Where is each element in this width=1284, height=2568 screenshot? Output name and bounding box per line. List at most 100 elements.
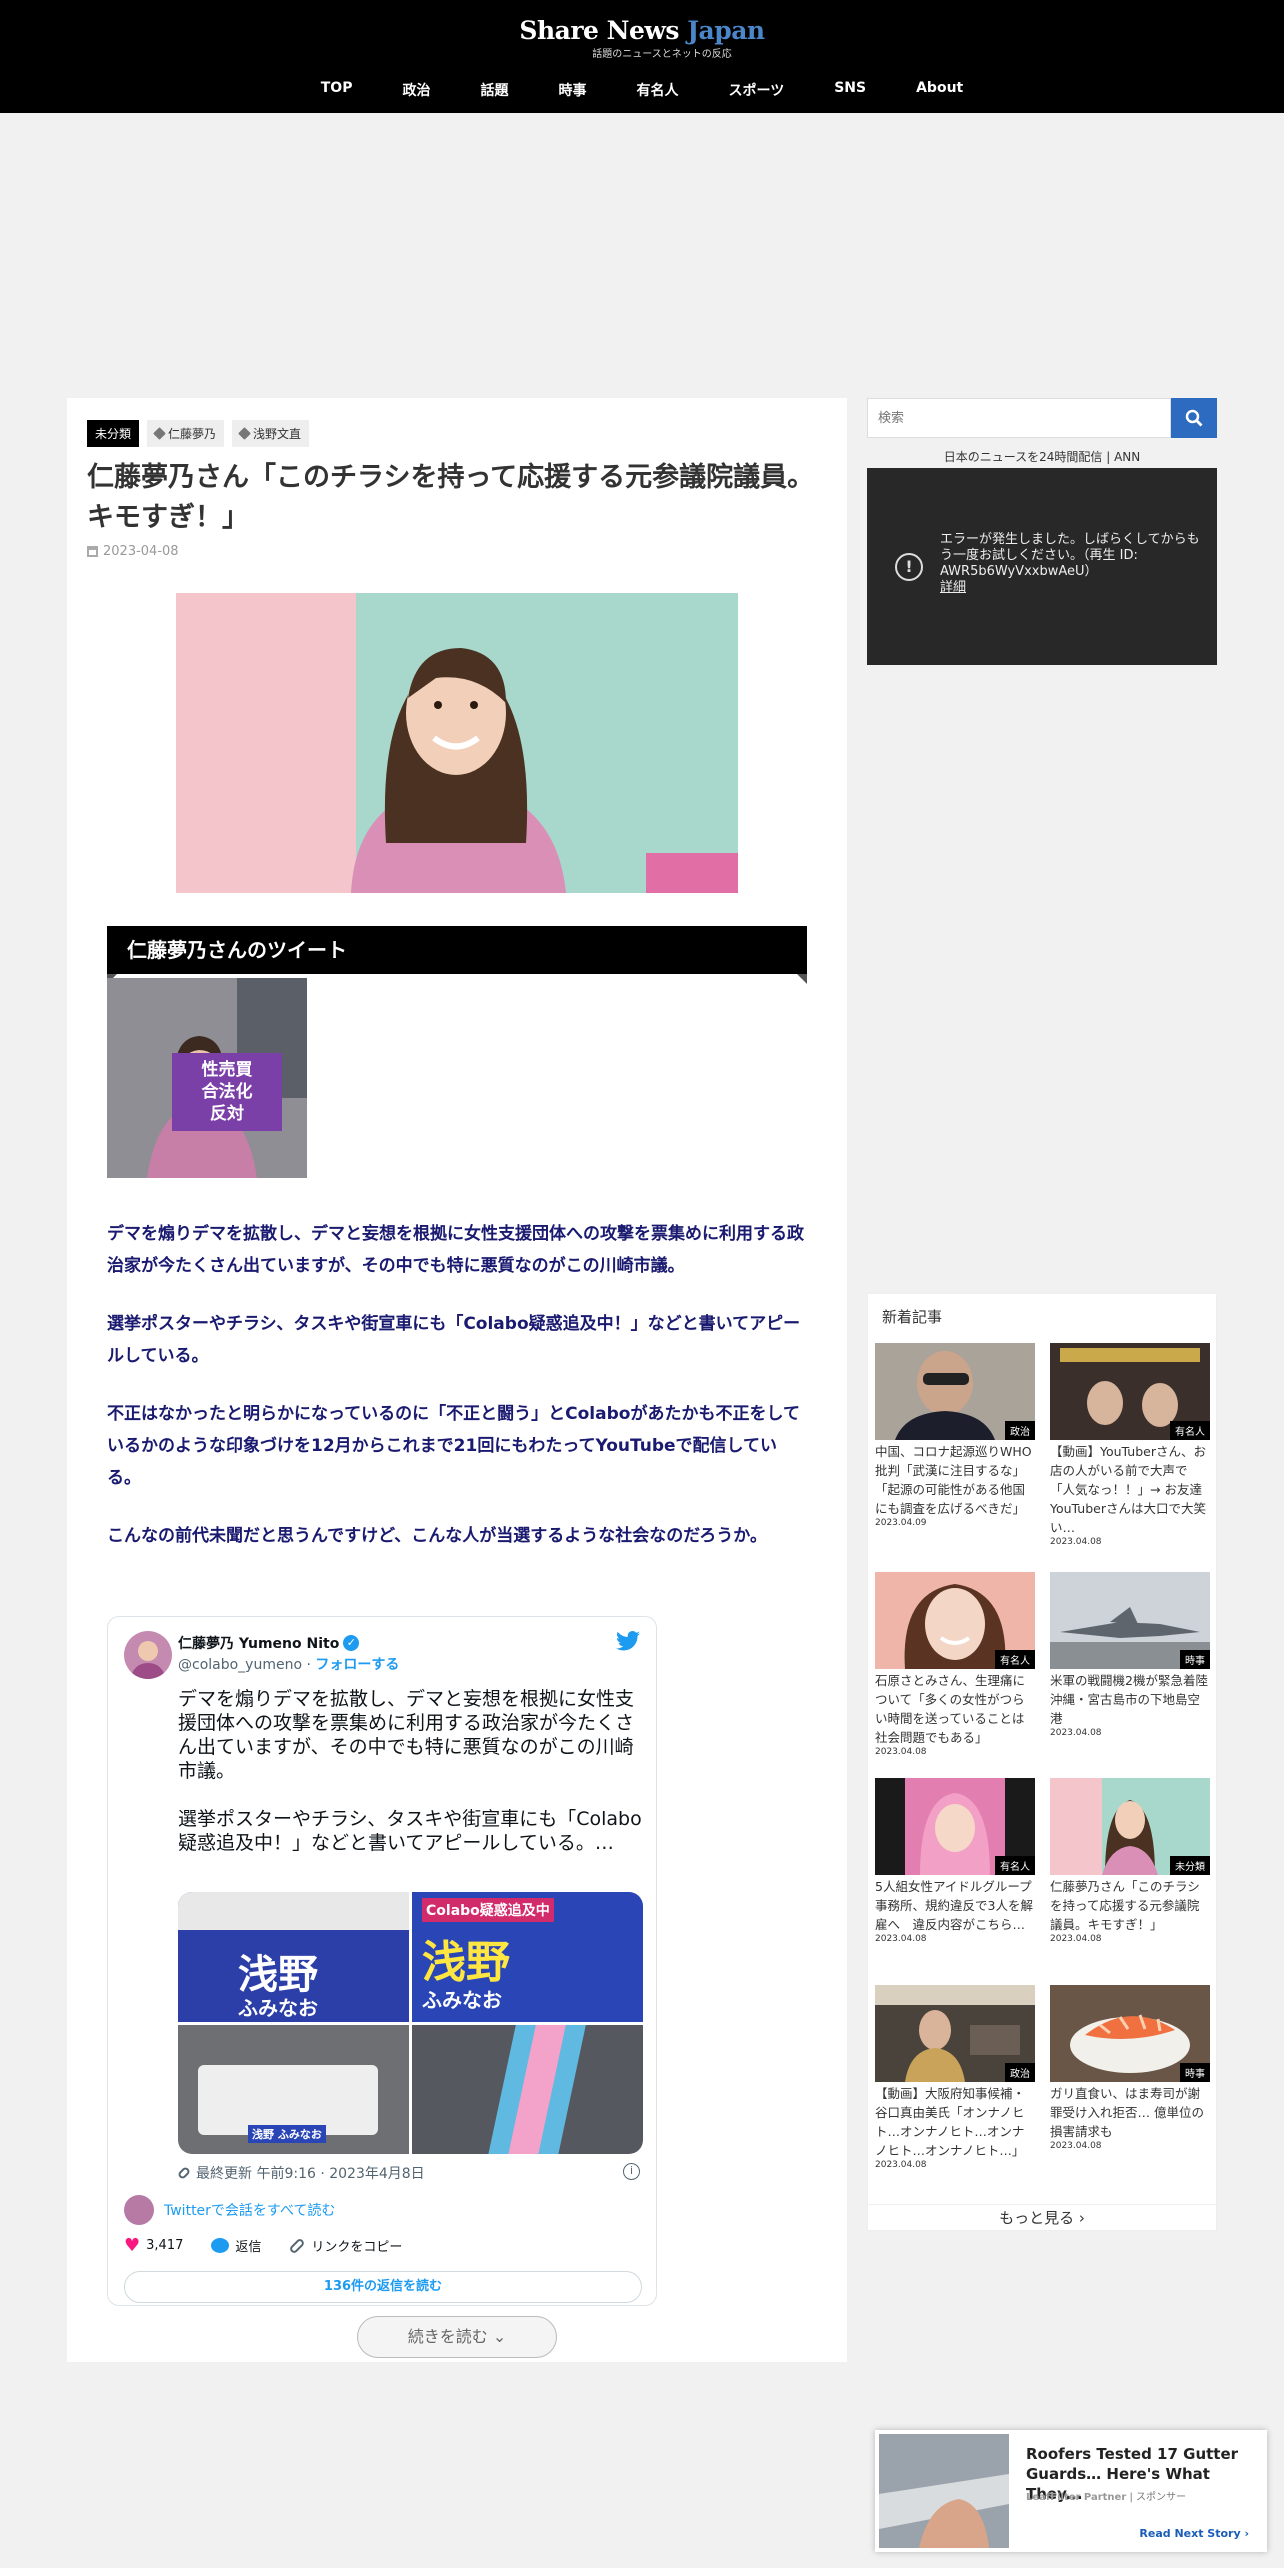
sponsored-ad[interactable]: Roofers Tested 17 Gutter Guards… Here's … [875,2430,1267,2552]
recent-post-thumbnail: 政治 [875,1985,1035,2082]
article-date: 2023-04-08 [87,544,179,559]
verified-badge-icon: ✓ [343,1635,360,1651]
recent-post-title: 【動画】大阪府知事候補・谷口真由美氏「オンナノヒト…オンナノヒト…オンナノヒト…… [875,2086,1026,2158]
recent-post-thumbnail: 有名人 [875,1572,1035,1669]
nav-item-topics[interactable]: 話題 [480,80,508,100]
article-paragraph: こんなの前代未聞だと思うんですけど、こんな人が当選するような社会なのだろうか。 [107,1526,767,1546]
recent-post-category: 政治 [1005,1421,1035,1440]
poster-sub-text: ふみなお [422,1988,502,2012]
nav-item-politics[interactable]: 政治 [402,80,430,100]
reply-button[interactable]: 返信 [211,2236,261,2255]
nav-item-sns[interactable]: SNS [834,80,866,100]
more-posts-link[interactable]: もっと見る › [868,2204,1216,2230]
read-conversation-link[interactable]: Twitterで会話をすべて読む [124,2195,335,2225]
recent-post-date: 2023.04.08 [1050,1728,1102,1738]
nav-item-current[interactable]: 時事 [558,80,586,100]
recent-post[interactable]: 政治 【動画】大阪府知事候補・谷口真由美氏「オンナノヒト…オンナノヒト…オンナノ… [875,1985,1035,2170]
recent-post-title: 米軍の戦闘機2機が緊急着陸 沖縄・宮古島市の下地島空港 [1050,1673,1210,1726]
twitter-bird-icon[interactable] [616,1631,640,1651]
recent-post-thumbnail: 未分類 [1050,1778,1210,1875]
like-count: 3,417 [146,2238,184,2253]
search-input[interactable] [867,398,1171,438]
recent-post-category: 政治 [1005,2063,1035,2082]
error-icon: ! [895,553,923,581]
tweet-image-grid: 浅野 ふみなお Colabo疑惑追及中 浅野 ふみなお 浅野 ふみなお [178,1892,643,2154]
tweet-image[interactable]: 浅野 ふみなお [178,2024,409,2154]
recent-posts-title: 新着記事 [882,1308,943,1326]
article-card: 未分類 仁藤夢乃 浅野文直 仁藤夢乃さん「このチラシを持って応援する元参議院議員… [67,398,847,2362]
read-replies-button[interactable]: 136件の返信を読む [124,2271,642,2303]
recent-post-thumbnail: 政治 [875,1343,1035,1440]
logo-subtitle: 話題のニュースとネットの反応 [592,49,732,60]
poster-top-text: Colabo疑惑追及中 [422,1898,554,1922]
recent-post-date: 2023.04.08 [875,1747,927,1757]
recent-post[interactable]: 有名人 【動画】YouTuberさん、お店の人がいる前で大声で「人気なっ！！」→… [1050,1343,1210,1547]
recent-post-title: 仁藤夢乃さん「このチラシを持って応援する元参議院議員。キモすぎ！」 [1050,1879,1200,1932]
tweet-thumbnail[interactable]: 性売買 合法化 反対 [107,978,307,1178]
error-details-link[interactable]: 詳細 [940,580,966,595]
tag-badge[interactable]: 浅野文直 [232,420,310,447]
copy-link-button[interactable]: リンクをコピー [288,2236,403,2255]
recent-post-date: 2023.04.08 [1050,1537,1102,1547]
recent-post[interactable]: 時事 ガリ直食い、はま寿司が謝罪受け入れ拒否… 億単位の損害請求も 2023.0… [1050,1985,1210,2151]
ad-illustration [879,2434,1009,2548]
recent-post-thumbnail: 時事 [1050,1985,1210,2082]
category-badge[interactable]: 未分類 [87,420,140,447]
recent-post-title: 石原さとみさん、生理痛について「多くの女性がつらい時間を送っていることは社会問題… [875,1673,1026,1745]
site-logo[interactable]: Share News Japan 話題のニュースとネットの反応 [0,16,1284,60]
handle-text[interactable]: @colabo_yumeno [178,1657,302,1673]
hero-image [176,593,738,893]
recent-post-category: 未分類 [1170,1856,1210,1875]
truck-sign-text: 浅野 ふみなお [248,2124,326,2143]
poster-name-text: 浅野 [422,1937,510,1988]
article-paragraph: 不正はなかったと明らかになっているのに「不正と闘う」とColaboがあたかも不正… [107,1404,800,1488]
copy-link-label: リンクをコピー [311,2240,403,2255]
site-header: Share News Japan 話題のニュースとネットの反応 TOP 政治 話… [0,0,1284,113]
ad-source: LeafFilter Partner | スポンサー [1026,2492,1187,2503]
article-badges: 未分類 仁藤夢乃 浅野文直 [87,420,310,447]
recent-post-category: 時事 [1180,1650,1210,1669]
recent-post[interactable]: 未分類 仁藤夢乃さん「このチラシを持って応援する元参議院議員。キモすぎ！」 20… [1050,1778,1210,1944]
recent-post-date: 2023.04.09 [875,1518,927,1528]
recent-post-category: 有名人 [995,1856,1035,1875]
search-button[interactable] [1171,398,1217,438]
ad-sponsor-label: スポンサー [1136,2492,1187,2503]
thumbnail-sign-text: 性売買 合法化 反対 [172,1053,282,1131]
error-text: エラーが発生しました。しばらくしてからもう一度お試しください。（再生 ID: A… [940,532,1200,579]
nav-item-celebrity[interactable]: 有名人 [636,80,678,100]
article-paragraph: 選挙ポスターやチラシ、タスキや街宣車にも「Colabo疑惑追及中！」などと書いて… [107,1314,801,1366]
recent-post-thumbnail: 時事 [1050,1572,1210,1669]
tweet-avatar[interactable] [124,1631,172,1679]
recent-post[interactable]: 時事 米軍の戦闘機2機が緊急着陸 沖縄・宮古島市の下地島空港 2023.04.0… [1050,1572,1210,1738]
nav-item-top[interactable]: TOP [321,80,353,100]
recent-post[interactable]: 有名人 5人組女性アイドルグループ事務所、規約違反で3人を解雇へ 違反内容がこち… [875,1778,1035,1944]
tag-badge[interactable]: 仁藤夢乃 [147,420,225,447]
tweet-handle: @colabo_yumeno · フォローする [178,1657,400,1673]
like-button[interactable]: ♥ 3,417 [124,2235,183,2256]
recent-post-category: 有名人 [1170,1421,1210,1440]
tweet-actions: ♥ 3,417 返信 リンクをコピー [124,2235,644,2256]
tweet-image[interactable]: Colabo疑惑追及中 浅野 ふみなお [412,1892,643,2022]
tweet-author-name[interactable]: 仁藤夢乃 Yumeno Nito ✓ [178,1633,360,1653]
poster-sub-text: ふみなお [238,1996,318,2020]
ad-read-next-link[interactable]: Read Next Story › [1139,2527,1249,2540]
video-player[interactable]: ! エラーが発生しました。しばらくしてからもう一度お試しください。（再生 ID:… [867,468,1217,665]
recent-post[interactable]: 有名人 石原さとみさん、生理痛について「多くの女性がつらい時間を送っていることは… [875,1572,1035,1757]
nav-item-about[interactable]: About [916,80,963,100]
recent-post-title: ガリ直食い、はま寿司が謝罪受け入れ拒否… 億単位の損害請求も [1050,2086,1204,2139]
tweet-image[interactable]: 浅野 ふみなお [178,1892,409,2022]
video-widget-title[interactable]: 日本のニュースを24時間配信 | ANN [867,448,1217,465]
ad-image [879,2434,1009,2548]
tweet-timestamp[interactable]: 最終更新 午前9:16 · 2023年4月8日 [176,2163,425,2183]
info-icon[interactable]: i [623,2163,640,2180]
follow-link[interactable]: フォローする [315,1657,399,1673]
conversation-link-text: Twitterで会話をすべて読む [164,2203,336,2219]
recent-post[interactable]: 政治 中国、コロナ起源巡りWHO批判「武漢に注目するな」「起源の可能性がある他国… [875,1343,1035,1528]
tweet-image[interactable] [412,2024,643,2154]
logo-accent-text: Japan [687,16,765,45]
recent-post-title: 5人組女性アイドルグループ事務所、規約違反で3人を解雇へ 違反内容がこちら… [875,1879,1033,1932]
tweet-text: デマを煽りデマを拡散し、デマと妄想を根拠に女性支援団体への攻撃を票集めに利用する… [178,1688,642,1854]
continue-reading-button[interactable]: 続きを読む ⌄ [357,2316,557,2358]
nav-item-sports[interactable]: スポーツ [728,80,784,100]
tag-label: 仁藤夢乃 [168,427,217,441]
